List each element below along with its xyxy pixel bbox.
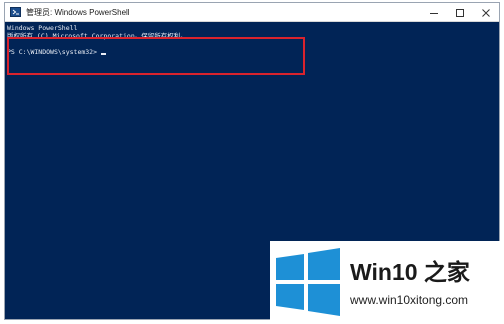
powershell-icon[interactable] bbox=[10, 7, 21, 17]
minimize-button[interactable] bbox=[421, 3, 447, 22]
windows-logo-icon bbox=[276, 248, 340, 316]
maximize-button[interactable] bbox=[447, 3, 473, 22]
watermark-url: www.win10xitong.com bbox=[350, 293, 469, 307]
window-title: 管理员: Windows PowerShell bbox=[26, 7, 130, 17]
console-line-banner: Windows PowerShell bbox=[7, 24, 78, 32]
title-bar[interactable]: 管理员: Windows PowerShell bbox=[5, 3, 499, 22]
minimize-icon bbox=[430, 12, 438, 14]
highlight-annotation bbox=[7, 37, 305, 75]
watermark-brand-en: Win10 bbox=[350, 259, 418, 285]
close-icon bbox=[482, 8, 490, 17]
close-button[interactable] bbox=[473, 3, 499, 22]
window-controls bbox=[421, 3, 499, 22]
watermark: Win10 之家 www.win10xitong.com bbox=[270, 241, 504, 324]
watermark-brand-cn: 之家 bbox=[423, 259, 470, 285]
maximize-icon bbox=[456, 8, 464, 17]
watermark-brand: Win10 之家 bbox=[350, 253, 470, 287]
